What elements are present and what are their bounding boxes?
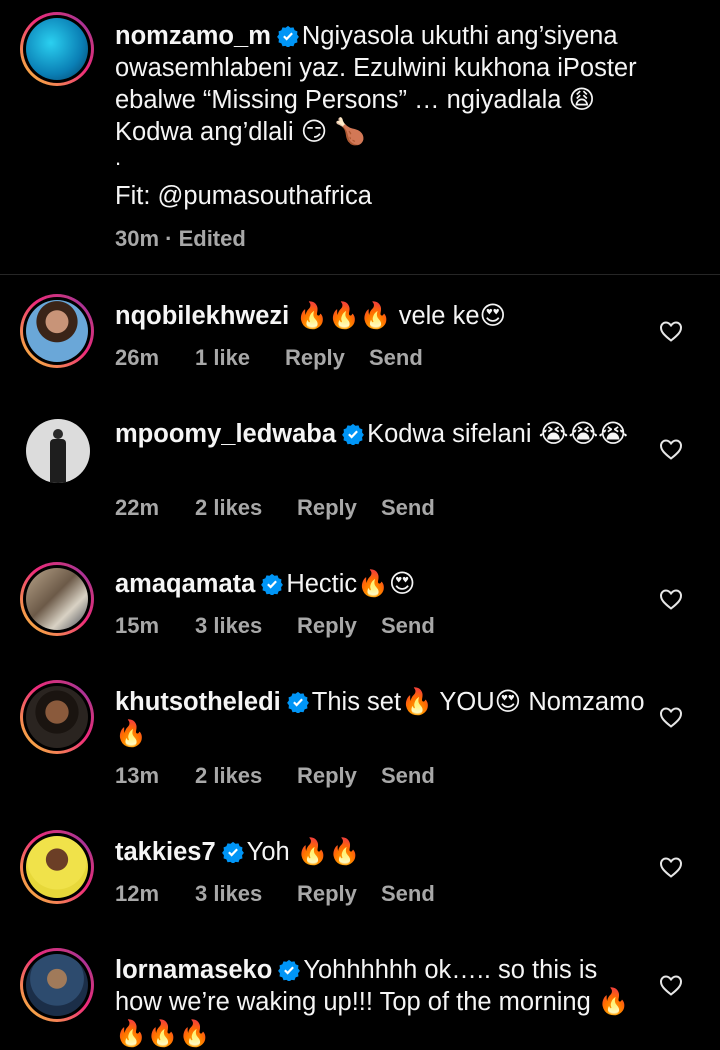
commenter-avatar[interactable]	[20, 562, 94, 636]
heart-outline-icon[interactable]	[659, 438, 683, 460]
reply-button[interactable]: Reply	[297, 495, 357, 521]
send-button[interactable]: Send	[381, 613, 435, 639]
verified-badge-icon	[261, 573, 284, 595]
commenter-avatar[interactable]	[20, 830, 94, 904]
comment-text: takkies7 Yoh 🔥🔥	[115, 836, 650, 868]
post-meta: 30m · Edited	[115, 226, 246, 251]
comment-time: 22m	[115, 495, 160, 520]
comment-likes[interactable]: 1 like	[195, 345, 250, 371]
comment-username[interactable]: lornamaseko	[115, 956, 272, 984]
send-button[interactable]: Send	[381, 881, 435, 907]
comment-username[interactable]: takkies7	[115, 838, 216, 866]
verified-badge-icon	[278, 959, 301, 981]
post-caption: nomzamo_m Ngiyasola ukuthi ang’siyena owa…	[0, 0, 720, 275]
heart-outline-icon[interactable]	[659, 706, 683, 728]
heart-outline-icon[interactable]	[659, 974, 683, 996]
comment-text: nqobilekhwezi 🔥🔥🔥 vele ke😍	[115, 300, 650, 332]
comment-likes[interactable]: 3 likes	[195, 613, 262, 639]
comment-username[interactable]: mpoomy_ledwaba	[115, 420, 336, 448]
comment-text: amaqamata Hectic🔥😍	[115, 568, 650, 600]
send-button[interactable]: Send	[369, 345, 423, 371]
comment-username[interactable]: amaqamata	[115, 570, 255, 598]
send-button[interactable]: Send	[381, 763, 435, 789]
caption-dot: .	[115, 145, 122, 170]
caption-text: nomzamo_m Ngiyasola ukuthi ang’siyena owa…	[115, 20, 650, 148]
comment-body: Kodwa sifelani 😭😭😭	[367, 420, 628, 448]
comment-username[interactable]: nqobilekhwezi	[115, 302, 289, 330]
commenter-avatar[interactable]	[20, 680, 94, 754]
comment-likes[interactable]: 3 likes	[195, 881, 262, 907]
commenter-avatar[interactable]	[20, 294, 94, 368]
comment-body: Hectic🔥😍	[286, 570, 416, 598]
caption-fit-mention[interactable]: Fit: @pumasouthafrica	[115, 180, 650, 212]
verified-badge-icon	[286, 691, 309, 713]
reply-button[interactable]: Reply	[297, 613, 357, 639]
reply-button[interactable]: Reply	[297, 763, 357, 789]
comment-username[interactable]: khutsotheledi	[115, 688, 281, 716]
comment-text: mpoomy_ledwaba Kodwa sifelani 😭😭😭	[115, 418, 650, 450]
comment-text: khutsotheledi This set🔥 YOU😍 Nomzamo 🔥	[115, 686, 650, 750]
heart-outline-icon[interactable]	[659, 856, 683, 878]
verified-badge-icon	[342, 423, 364, 445]
comment-time: 26m	[115, 345, 160, 370]
send-button[interactable]: Send	[381, 495, 435, 521]
comment-time: 15m	[115, 613, 160, 638]
comment-text: lornamaseko Yohhhhhh ok….. so this is how…	[115, 954, 650, 1050]
comment-time: 12m	[115, 881, 160, 906]
verified-badge-icon	[276, 25, 299, 47]
reply-button[interactable]: Reply	[297, 881, 357, 907]
post-author-username[interactable]: nomzamo_m	[115, 22, 271, 50]
post-author-avatar[interactable]	[20, 12, 94, 86]
comment-body: Yoh 🔥🔥	[246, 838, 361, 866]
comment-time: 13m	[115, 763, 160, 788]
reply-button[interactable]: Reply	[285, 345, 345, 371]
heart-outline-icon[interactable]	[659, 320, 683, 342]
heart-outline-icon[interactable]	[659, 588, 683, 610]
commenter-avatar[interactable]	[20, 948, 94, 1022]
comment-likes[interactable]: 2 likes	[195, 763, 262, 789]
commenter-avatar[interactable]	[26, 419, 90, 483]
verified-badge-icon	[221, 841, 244, 863]
comment-likes[interactable]: 2 likes	[195, 495, 262, 521]
comment-body: 🔥🔥🔥 vele ke😍	[296, 302, 507, 330]
